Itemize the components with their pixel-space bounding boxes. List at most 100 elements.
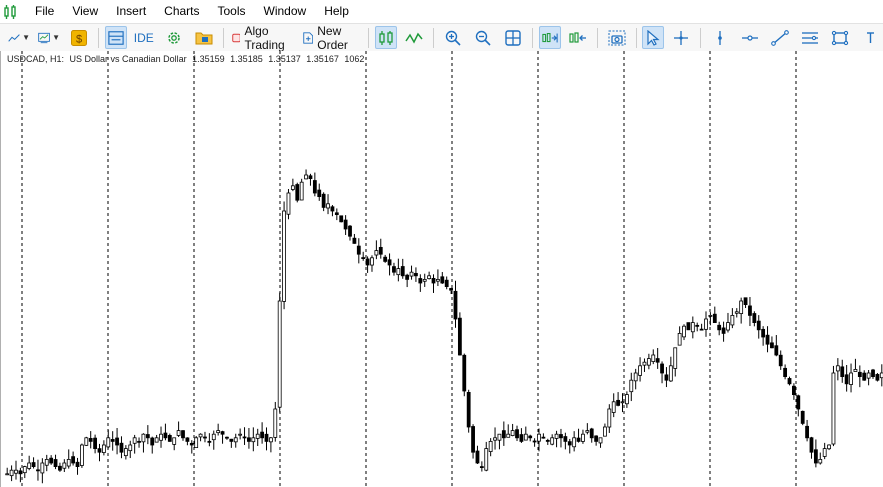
line-mode-button[interactable] xyxy=(401,26,427,49)
market-button[interactable]: $ xyxy=(66,26,92,49)
candle xyxy=(756,315,761,339)
candle xyxy=(229,438,234,448)
candle xyxy=(247,428,251,449)
candle xyxy=(211,430,216,450)
candle xyxy=(352,233,357,244)
candle xyxy=(616,392,621,407)
vertical-line-button[interactable] xyxy=(707,26,733,49)
chart-info-line: USDCAD, H1: US Dollar vs Canadian Dollar… xyxy=(7,54,367,64)
cursor-arrow-icon xyxy=(647,29,660,46)
horizontal-line-icon xyxy=(742,34,759,41)
candle xyxy=(598,437,603,448)
candle xyxy=(348,224,352,241)
candle xyxy=(317,183,322,201)
toolbar-separator xyxy=(596,27,598,48)
ide-button[interactable]: IDE xyxy=(131,26,157,49)
candle xyxy=(783,364,788,380)
candle xyxy=(690,316,695,339)
zoom-out-button[interactable] xyxy=(470,26,496,49)
dollar-icon: $ xyxy=(71,29,87,46)
depth-of-market-button[interactable] xyxy=(104,26,127,49)
candle xyxy=(501,421,506,446)
candle xyxy=(321,192,326,212)
price-chart[interactable]: USDCAD, H1: US Dollar vs Canadian Dollar… xyxy=(0,51,883,487)
indicator-chart-icon xyxy=(38,32,50,43)
tile-windows-button[interactable] xyxy=(500,26,526,49)
candle xyxy=(677,326,682,346)
candle xyxy=(629,372,634,402)
candle xyxy=(80,443,84,468)
menu-charts[interactable]: Charts xyxy=(155,0,208,23)
candle xyxy=(304,169,308,180)
candle xyxy=(194,436,199,449)
candle xyxy=(479,461,484,472)
candle xyxy=(840,359,845,383)
indicators-button[interactable]: ▼ xyxy=(36,26,62,49)
algo-trading-button[interactable]: Algo Trading xyxy=(230,24,297,52)
channel-lines-icon xyxy=(802,31,819,44)
candle xyxy=(361,251,366,261)
candle xyxy=(457,312,462,356)
candle xyxy=(624,391,629,408)
strategy-tester-button[interactable] xyxy=(161,26,187,49)
candle xyxy=(488,438,493,457)
new-order-button[interactable]: New Order xyxy=(301,24,363,52)
candle xyxy=(743,297,748,309)
candle xyxy=(796,394,801,417)
candle xyxy=(497,433,502,450)
candle xyxy=(831,365,836,447)
candle xyxy=(392,262,396,276)
text-tool-button[interactable] xyxy=(857,26,883,49)
candle xyxy=(58,462,62,472)
candle xyxy=(545,438,550,445)
candle xyxy=(88,431,93,449)
crosshair-button[interactable] xyxy=(668,26,694,49)
menu-window[interactable]: Window xyxy=(255,0,316,23)
ohlc-close: 1.35167 xyxy=(306,54,339,64)
shapes-button[interactable] xyxy=(827,26,853,49)
candle xyxy=(668,356,673,382)
data-folder-button[interactable] xyxy=(191,26,217,49)
candle xyxy=(822,442,827,460)
candle xyxy=(400,258,405,279)
candle xyxy=(620,393,625,413)
candle xyxy=(462,353,467,397)
line-chart-button[interactable]: ▼ xyxy=(6,26,32,49)
ide-label: IDE xyxy=(133,30,154,45)
toolbar-separator xyxy=(433,27,434,48)
candle xyxy=(40,458,45,484)
candle xyxy=(251,427,256,452)
candle xyxy=(818,452,823,465)
zigzag-line-icon xyxy=(405,32,423,44)
candle xyxy=(871,368,875,379)
candlestick-button[interactable] xyxy=(375,26,398,49)
candle xyxy=(651,349,656,365)
menu-view[interactable]: View xyxy=(63,0,107,23)
menu-file[interactable]: File xyxy=(26,0,63,23)
auto-scroll-button[interactable] xyxy=(538,26,561,49)
candlestick-chart[interactable] xyxy=(1,51,883,487)
candle xyxy=(167,433,172,442)
candle xyxy=(101,440,106,456)
candle xyxy=(405,273,410,288)
menu-insert[interactable]: Insert xyxy=(107,0,155,23)
candle xyxy=(774,335,779,357)
zoom-in-button[interactable] xyxy=(440,26,466,49)
equidistant-channel-button[interactable] xyxy=(797,26,823,49)
chart-shift-button[interactable] xyxy=(565,26,591,49)
cursor-tool-button[interactable] xyxy=(642,26,665,49)
menu-help[interactable]: Help xyxy=(315,0,358,23)
candle xyxy=(5,467,10,476)
menu-tools[interactable]: Tools xyxy=(209,0,255,23)
zoom-in-icon xyxy=(445,30,461,46)
trendline-button[interactable] xyxy=(767,26,793,49)
candle xyxy=(748,296,752,327)
screenshot-button[interactable] xyxy=(604,26,630,49)
rectangle-shape-icon xyxy=(831,30,849,45)
candle xyxy=(198,433,203,442)
candle xyxy=(475,445,480,465)
horizontal-line-button[interactable] xyxy=(737,26,763,49)
candle xyxy=(453,280,458,328)
candle xyxy=(216,423,221,436)
text-tool-icon xyxy=(867,31,875,43)
